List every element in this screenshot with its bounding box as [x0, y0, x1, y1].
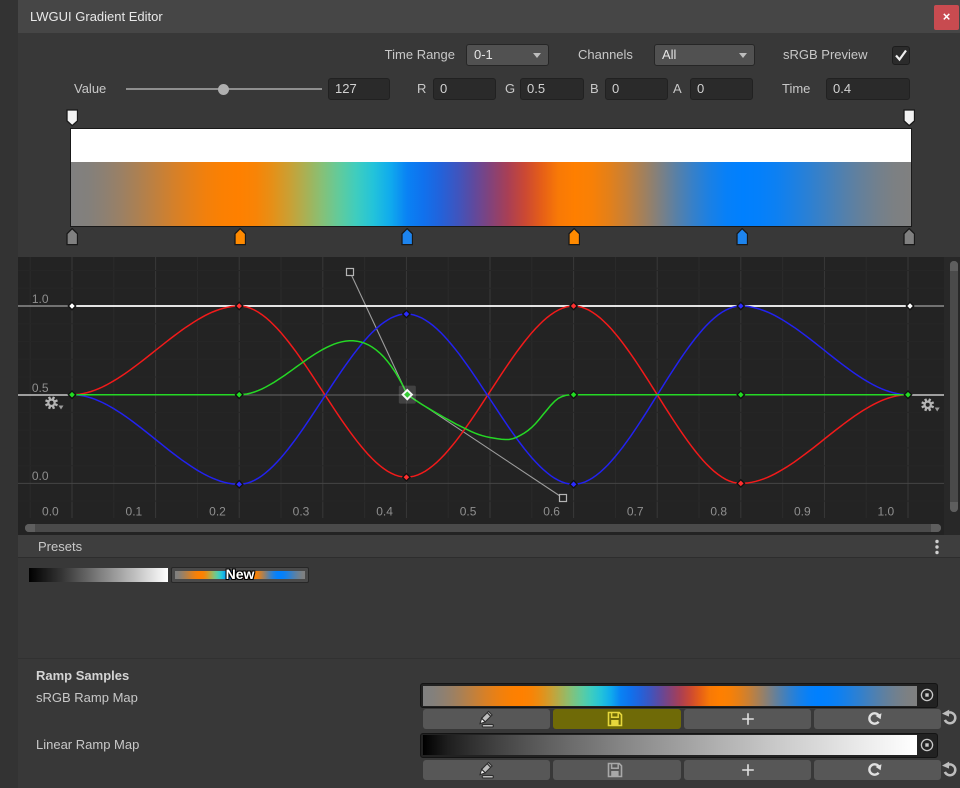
svg-text:0.2: 0.2 [209, 505, 226, 519]
svg-text:0.0: 0.0 [42, 505, 59, 519]
svg-text:0.3: 0.3 [293, 505, 310, 519]
svg-text:0.5: 0.5 [460, 505, 477, 519]
svg-text:0.6: 0.6 [543, 505, 560, 519]
svg-text:0.9: 0.9 [794, 505, 811, 519]
svg-text:0.4: 0.4 [376, 505, 393, 519]
svg-text:0.5: 0.5 [32, 381, 49, 395]
svg-text:0.0: 0.0 [32, 469, 49, 483]
svg-text:0.7: 0.7 [627, 505, 644, 519]
svg-text:1.0: 1.0 [877, 505, 894, 519]
svg-text:1.0: 1.0 [32, 292, 49, 306]
svg-text:0.1: 0.1 [126, 505, 143, 519]
svg-text:0.8: 0.8 [710, 505, 727, 519]
